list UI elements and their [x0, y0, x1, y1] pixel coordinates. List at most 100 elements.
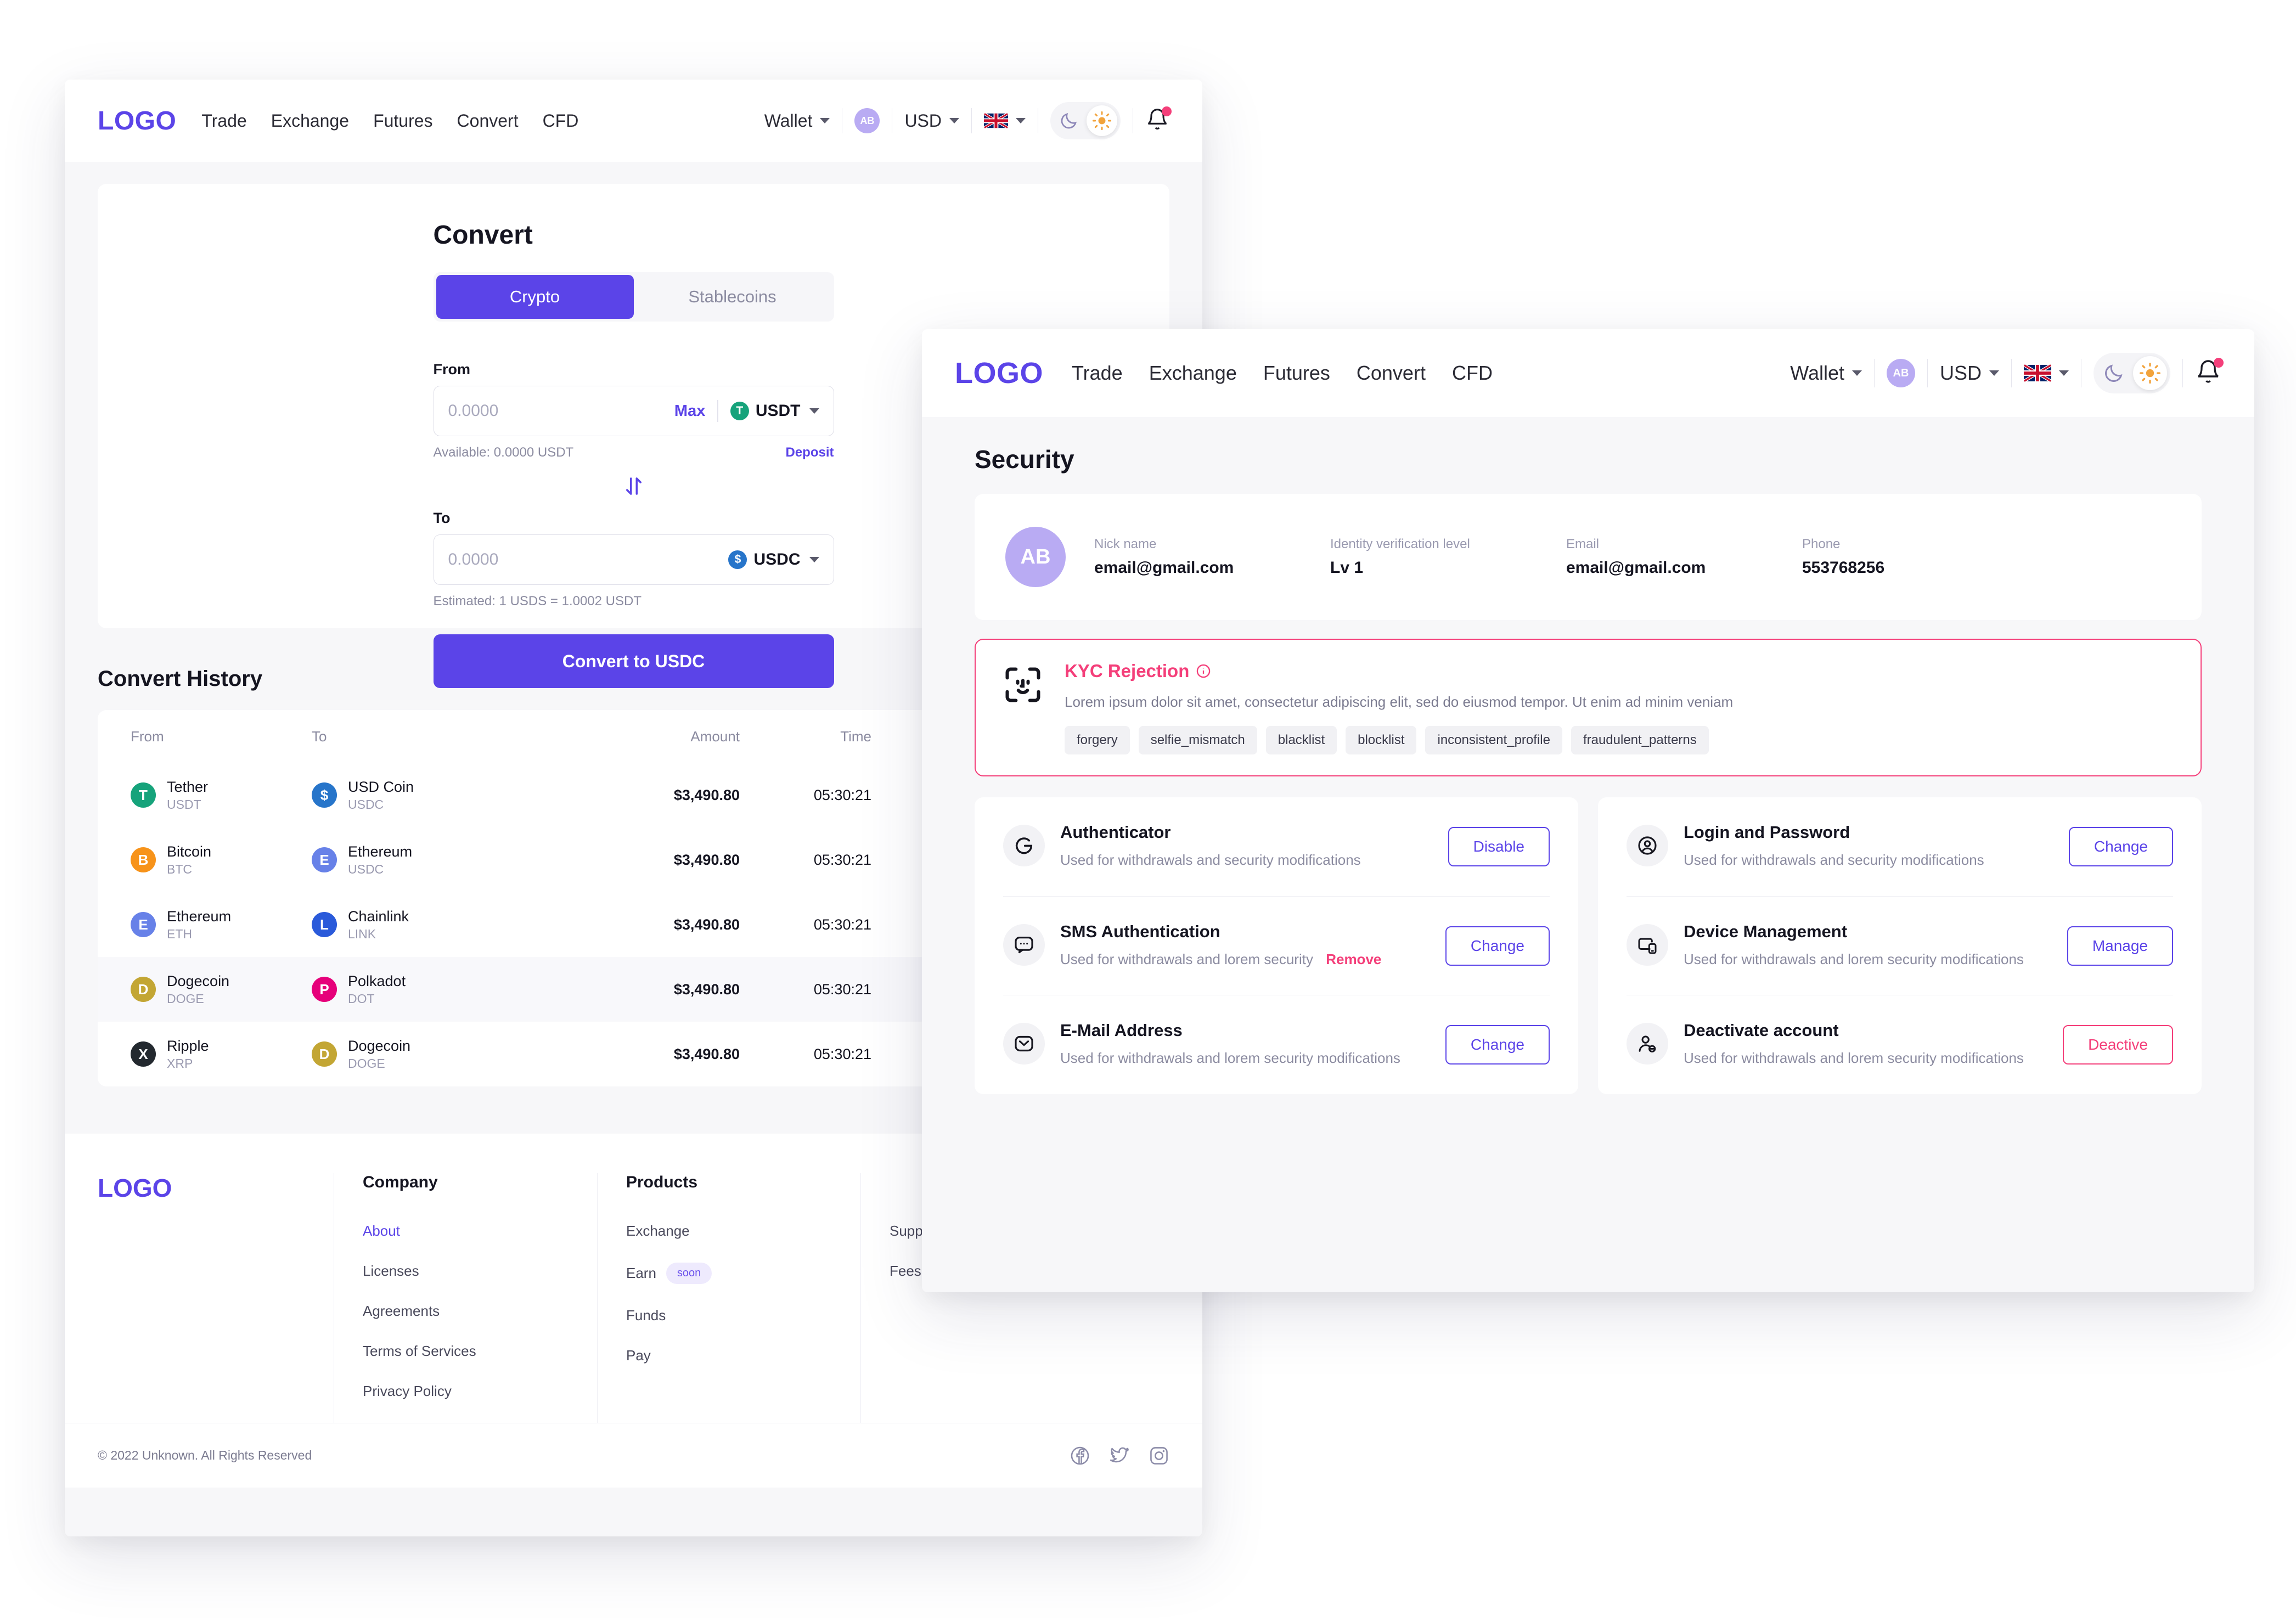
kyc-reason-chips: forgery selfie_mismatch blacklist blockl…: [1065, 726, 2174, 754]
swap-vertical-icon[interactable]: [622, 475, 645, 498]
notifications-button[interactable]: [1145, 106, 1172, 134]
dark-mode-button[interactable]: [1054, 105, 1084, 136]
kyc-title: KYC Rejection: [1065, 661, 2174, 682]
kyc-title-label: KYC Rejection: [1065, 661, 1190, 681]
security-navbar: LOGO Trade Exchange Futures Convert CFD …: [922, 329, 2254, 417]
setting-description: Used for withdrawals and lorem security …: [1060, 949, 1431, 970]
footer-products-heading: Products: [626, 1173, 698, 1191]
coin-symbol: DOT: [348, 991, 375, 1006]
nav-link-exchange[interactable]: Exchange: [271, 111, 349, 131]
nav-right-group: Wallet AB USD: [1790, 353, 2224, 393]
footer-link-exchange[interactable]: Exchange: [626, 1223, 839, 1240]
footer-link-earn[interactable]: Earn soon: [626, 1263, 839, 1284]
max-button[interactable]: Max: [674, 402, 705, 420]
footer-link-terms[interactable]: Terms of Services: [363, 1343, 575, 1360]
wallet-menu[interactable]: Wallet: [764, 111, 830, 131]
footer-link-agreements[interactable]: Agreements: [363, 1303, 575, 1320]
mail-icon: [1015, 1036, 1033, 1052]
sun-icon: [2140, 363, 2160, 384]
info-icon[interactable]: [1196, 663, 1211, 679]
light-mode-button[interactable]: [2133, 356, 2167, 390]
nav-link-trade[interactable]: Trade: [201, 111, 246, 131]
ripple-icon: X: [131, 1041, 156, 1067]
footer-link-privacy[interactable]: Privacy Policy: [363, 1383, 575, 1400]
currency-menu[interactable]: USD: [904, 111, 959, 131]
copyright: © 2022 Unknown. All Rights Reserved: [98, 1448, 312, 1462]
avatar[interactable]: AB: [1886, 359, 1915, 387]
nav-links: Trade Exchange Futures Convert CFD: [1072, 362, 1519, 385]
tab-stablecoins[interactable]: Stablecoins: [634, 275, 831, 319]
column-header-amount: Amount: [690, 728, 740, 745]
manage-devices-button[interactable]: Manage: [2067, 926, 2173, 966]
coin-name: Dogecoin: [348, 1037, 411, 1054]
from-coin-selector[interactable]: T USDT: [730, 402, 819, 420]
security-page-body: Security AB Nick name email@gmail.com Id…: [922, 417, 2254, 1095]
nav-link-cfd[interactable]: CFD: [543, 111, 579, 131]
notifications-button[interactable]: [2195, 357, 2224, 388]
light-mode-button[interactable]: [1087, 105, 1117, 136]
avatar: AB: [1005, 527, 1066, 587]
facebook-icon[interactable]: [1070, 1445, 1090, 1466]
dark-mode-button[interactable]: [2097, 356, 2131, 390]
profile-field-nickname: Nick name email@gmail.com: [1094, 537, 1275, 577]
estimated-rate: Estimated: 1 USDS = 1.0002 USDT: [433, 594, 642, 609]
to-coin-selector[interactable]: $ USDC: [728, 550, 819, 569]
footer-logo[interactable]: LOGO: [98, 1173, 312, 1203]
nav-link-futures[interactable]: Futures: [373, 111, 432, 131]
remove-link[interactable]: Remove: [1326, 951, 1381, 967]
nav-link-convert[interactable]: Convert: [1357, 362, 1426, 385]
logo[interactable]: LOGO: [955, 356, 1043, 390]
footer-link-pay[interactable]: Pay: [626, 1347, 839, 1364]
nav-link-exchange[interactable]: Exchange: [1149, 362, 1237, 385]
from-amount-input[interactable]: [448, 402, 674, 420]
change-password-button[interactable]: Change: [2068, 826, 2173, 866]
setting-text: Deactivate account Used for withdrawals …: [1684, 1021, 2063, 1069]
from-cell: B Bitcoin BTC: [131, 843, 312, 877]
divider: [2182, 359, 2183, 387]
language-menu[interactable]: [984, 112, 1026, 129]
theme-toggle[interactable]: [2094, 353, 2170, 393]
time-cell: 05:30:21: [813, 786, 871, 803]
nav-right-group: Wallet AB USD: [764, 102, 1172, 139]
chevron-down-icon: [2059, 370, 2069, 376]
footer-link-licenses[interactable]: Licenses: [363, 1263, 575, 1280]
logo[interactable]: LOGO: [98, 106, 176, 136]
setting-authenticator: Authenticator Used for withdrawals and s…: [1003, 797, 1550, 896]
nav-link-cfd[interactable]: CFD: [1452, 362, 1493, 385]
avatar[interactable]: AB: [854, 108, 880, 133]
footer-link-about[interactable]: About: [363, 1223, 575, 1240]
chevron-down-icon: [1016, 118, 1026, 123]
wallet-menu[interactable]: Wallet: [1790, 362, 1862, 385]
column-header-to: To: [312, 728, 327, 745]
change-email-button[interactable]: Change: [1445, 1025, 1550, 1065]
setting-description: Used for withdrawals and security modifi…: [1684, 852, 1984, 868]
footer-link-funds[interactable]: Funds: [626, 1307, 839, 1324]
moon-icon: [2105, 364, 2123, 382]
setting-name: SMS Authentication: [1060, 921, 1220, 941]
setting-sms-authentication: SMS Authentication Used for withdrawals …: [1003, 896, 1550, 995]
to-amount-input[interactable]: [448, 550, 729, 569]
user-circle-icon: [1627, 825, 1668, 866]
theme-toggle[interactable]: [1050, 102, 1121, 139]
nav-link-convert[interactable]: Convert: [457, 111, 519, 131]
language-menu[interactable]: [2024, 364, 2069, 382]
divider: [2011, 359, 2012, 387]
instagram-icon[interactable]: [1149, 1445, 1169, 1466]
change-sms-button[interactable]: Change: [1445, 926, 1550, 966]
deactivate-account-button[interactable]: Deactive: [2063, 1025, 2173, 1065]
sms-chat-icon: [1003, 923, 1045, 966]
field-value: email@gmail.com: [1566, 559, 1706, 577]
footer-link-label: Exchange: [626, 1223, 690, 1239]
coin-symbol: USDC: [348, 797, 384, 812]
convert-button[interactable]: Convert to USDC: [433, 634, 834, 688]
deposit-link[interactable]: Deposit: [785, 445, 834, 460]
to-cell: $ USD Coin USDC: [312, 778, 586, 813]
security-card-right: Login and Password Used for withdrawals …: [1598, 797, 2202, 1095]
currency-menu[interactable]: USD: [1940, 362, 1999, 385]
disable-button[interactable]: Disable: [1448, 826, 1550, 866]
chevron-down-icon: [809, 557, 819, 562]
nav-link-futures[interactable]: Futures: [1263, 362, 1330, 385]
nav-link-trade[interactable]: Trade: [1072, 362, 1123, 385]
twitter-icon[interactable]: [1109, 1445, 1130, 1466]
tab-crypto[interactable]: Crypto: [436, 275, 634, 319]
